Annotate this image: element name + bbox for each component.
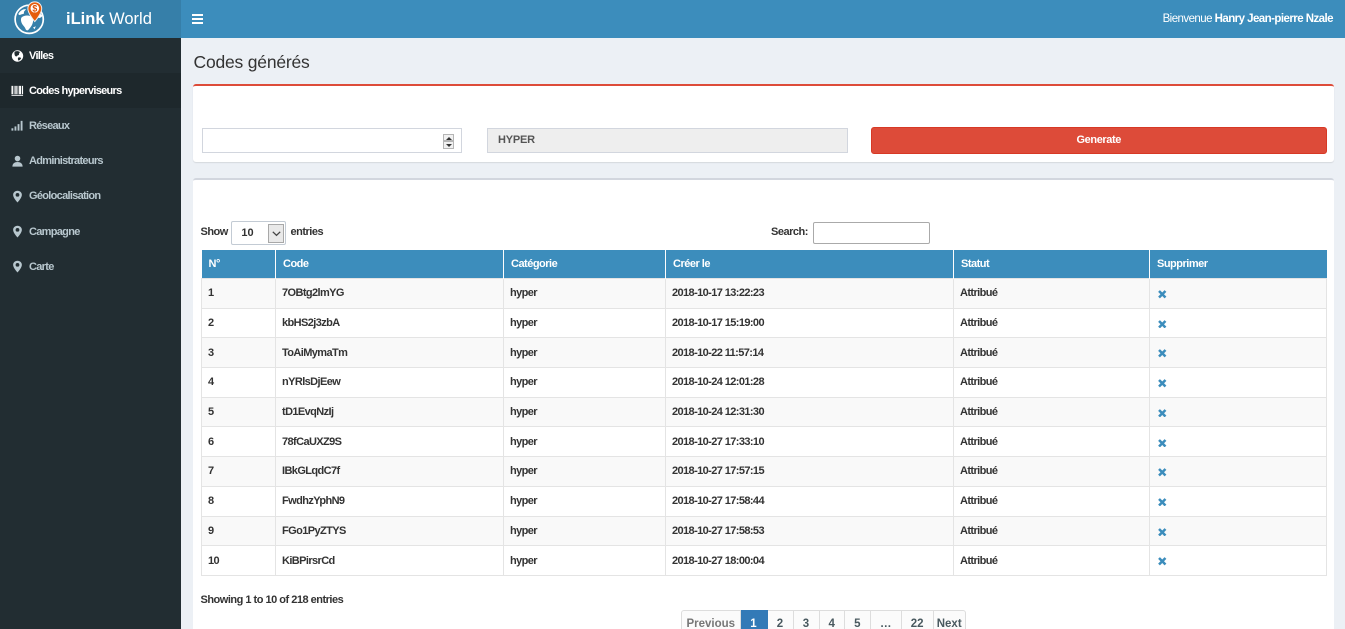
svg-text:$: $ bbox=[32, 4, 37, 14]
